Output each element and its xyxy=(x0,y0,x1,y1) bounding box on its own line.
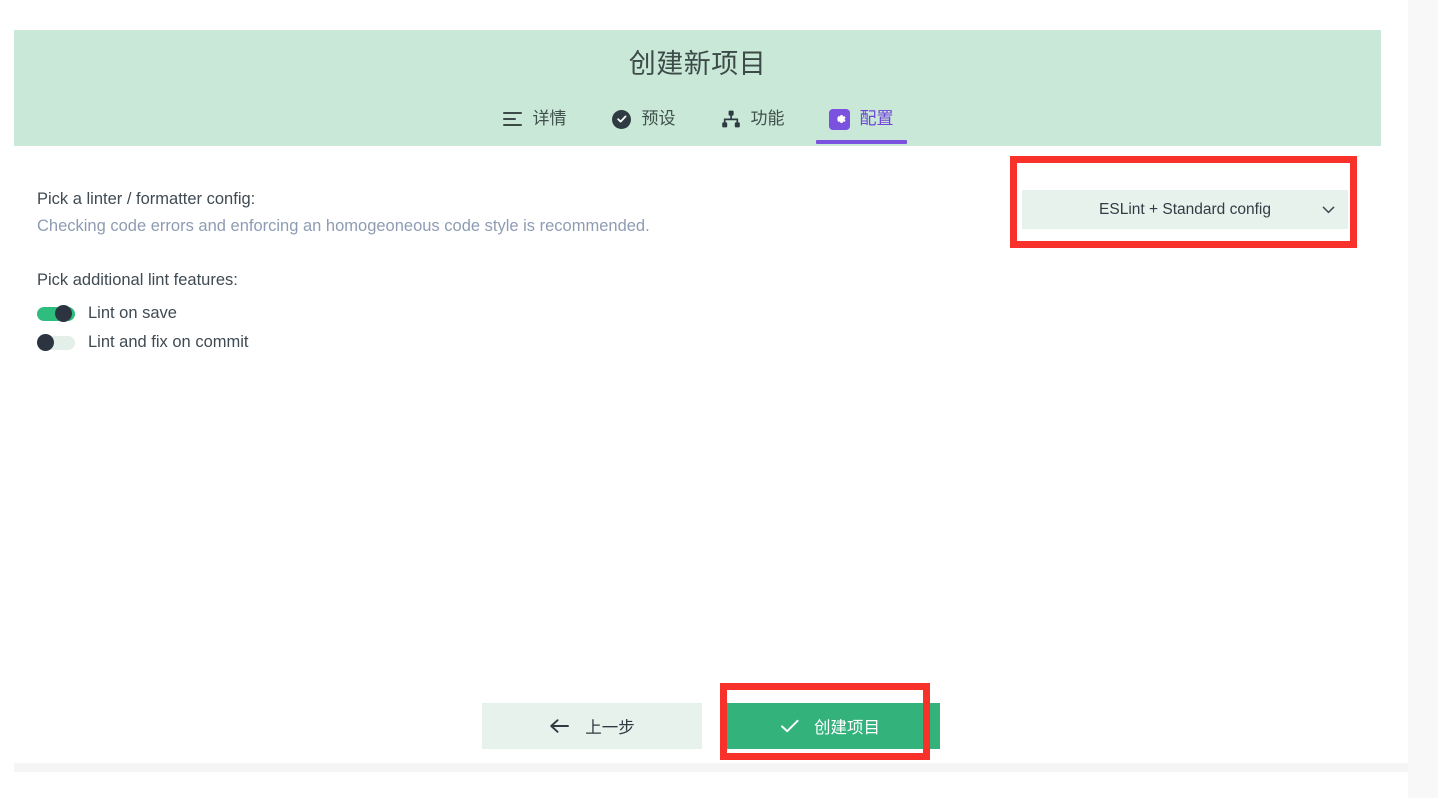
create-project-button[interactable]: 创建项目 xyxy=(720,703,940,749)
tab-config-label: 配置 xyxy=(859,109,894,128)
tab-presets-label: 预设 xyxy=(641,109,676,128)
lint-features-heading: Pick additional lint features: xyxy=(37,271,238,289)
toggle-lint-and-fix-on-commit[interactable] xyxy=(37,334,75,351)
linter-config-field: Pick a linter / formatter config: Checki… xyxy=(37,188,650,238)
toggle-knob xyxy=(55,305,72,322)
sitemap-icon xyxy=(720,108,742,130)
wizard-header: 创建新项目 详情 预设 功能 配置 xyxy=(14,30,1381,146)
wizard-tabs: 详情 预设 功能 配置 xyxy=(14,103,1381,144)
linter-config-label: Pick a linter / formatter config: xyxy=(37,190,256,208)
page-title: 创建新项目 xyxy=(628,49,767,79)
toggle-lint-and-fix-on-commit-label: Lint and fix on commit xyxy=(88,333,249,351)
linter-config-hint: Checking code errors and enforcing an ho… xyxy=(37,217,650,235)
back-button[interactable]: 上一步 xyxy=(482,703,702,749)
lines-icon xyxy=(502,108,524,130)
tab-details[interactable]: 详情 xyxy=(480,103,589,144)
create-project-button-label: 创建项目 xyxy=(814,719,880,737)
toggle-row-lint-and-fix-on-commit[interactable]: Lint and fix on commit xyxy=(37,328,249,357)
active-tab-indicator xyxy=(815,140,907,144)
tab-config[interactable]: 配置 xyxy=(807,103,916,144)
linter-config-select-wrap: ESLint + Standard config xyxy=(1022,190,1348,229)
tab-presets[interactable]: 预设 xyxy=(589,103,698,144)
bottom-divider xyxy=(14,763,1408,772)
chevron-down-icon xyxy=(1322,205,1335,214)
toggle-knob xyxy=(37,334,54,351)
tab-features[interactable]: 功能 xyxy=(698,103,807,144)
toggle-row-lint-on-save[interactable]: Lint on save xyxy=(37,299,249,328)
linter-config-select-value: ESLint + Standard config xyxy=(1099,200,1271,218)
toggle-lint-on-save-label: Lint on save xyxy=(88,304,177,322)
check-circle-icon xyxy=(611,108,633,130)
lint-features-block: Pick additional lint features: Lint on s… xyxy=(37,269,249,357)
arrow-left-icon xyxy=(549,718,571,734)
footer-actions: 上一步 创建项目 xyxy=(14,703,1408,749)
app-root: 创建新项目 详情 预设 功能 配置 Pick a linter / format… xyxy=(0,0,1438,798)
tab-details-label: 详情 xyxy=(532,109,567,128)
linter-config-select[interactable]: ESLint + Standard config xyxy=(1022,190,1348,229)
gear-icon xyxy=(829,108,851,130)
back-button-label: 上一步 xyxy=(585,719,635,737)
page-scroll-gutter[interactable] xyxy=(1408,0,1438,798)
check-icon xyxy=(780,718,800,734)
toggle-lint-on-save[interactable] xyxy=(37,305,75,322)
wizard-body: Pick a linter / formatter config: Checki… xyxy=(14,146,1408,763)
tab-features-label: 功能 xyxy=(750,109,785,128)
